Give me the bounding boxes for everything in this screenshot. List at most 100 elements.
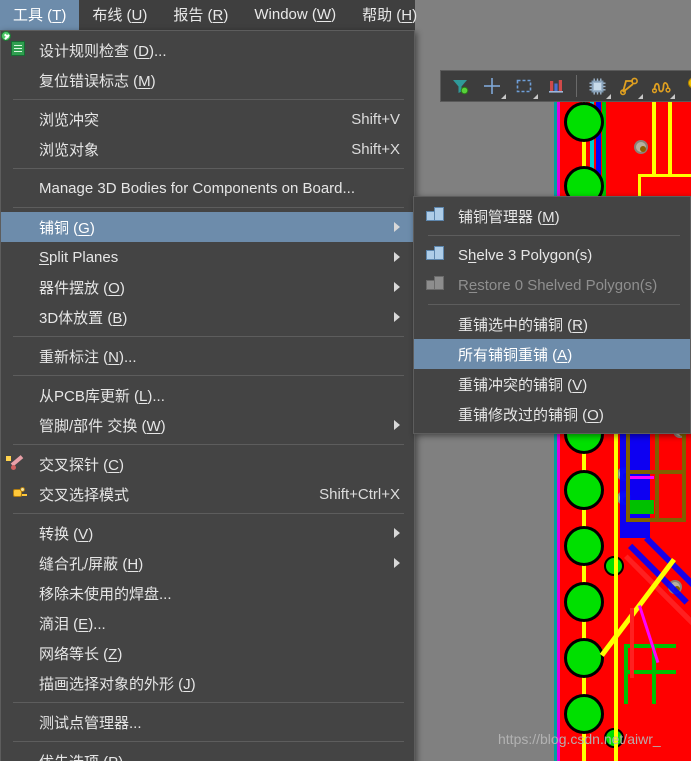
tools-menu-item-27[interactable]: 描画选择对象的外形 (J) [1,668,414,698]
menu-separator [13,741,404,742]
menu-separator [13,513,404,514]
menu-separator [13,207,404,208]
track [624,644,628,704]
submenu-arrow-icon [394,558,400,568]
tools-menu-item-31[interactable]: 优先选项 (P)... [1,746,414,761]
polygon-submenu-item-6[interactable]: 重铺选中的铺铜 (R) [414,309,690,339]
chevron-down-icon [670,94,675,99]
menubar-item-2[interactable]: 布线 (U) [79,0,160,30]
pcb-toolbar[interactable] [440,70,691,102]
polygon-submenu-item-7[interactable]: 所有铺铜重铺 (A) [414,339,690,369]
net-wave-icon[interactable] [646,72,676,100]
menu-item-label: 滴泪 (E)... [39,615,106,633]
polygon-icon [426,207,444,225]
watermark-text: https://blog.csdn.net/aiwr_ [498,731,661,747]
tools-menu-item-1[interactable]: 设计规则检查 (D)... [1,31,414,65]
menubar-item-label: 布线 (U) [92,7,148,24]
menu-item-label: 重铺冲突的铺铜 (V) [458,376,588,394]
tools-menu-item-9[interactable]: 铺铜 (G) [1,212,414,242]
menubar-item-3[interactable]: 报告 (R) [160,0,241,30]
tools-menu-item-5[interactable]: 浏览对象 Shift+X [1,134,414,164]
polygon-icon [426,276,444,294]
menu-separator [428,304,680,305]
menubar-item-4[interactable]: Window (W) [241,0,349,30]
tools-menu-item-24[interactable]: 移除未使用的焊盘... [1,578,414,608]
tools-menu-item-16[interactable]: 从PCB库更新 (L)... [1,380,414,410]
tools-menu-item-11[interactable]: 器件摆放 (O) [1,272,414,302]
pad-key-icon[interactable] [678,72,691,100]
menu-item-label: 网络等长 (Z) [39,645,123,663]
menu-item-label: 管脚/部件 交换 (W) [39,417,166,435]
layer-stack-icon[interactable] [541,72,571,100]
menubar-item-5[interactable]: 帮助 (H) [349,0,430,30]
menu-separator [13,444,404,445]
menu-item-label: 重新标注 (N)... [39,348,137,366]
via [634,140,648,154]
track [638,605,660,664]
polygon-pour-submenu[interactable]: 铺铜管理器 (M) Shelve 3 Polygon(s) Restore 0 Sh… [413,196,691,434]
track [630,476,654,479]
chevron-down-icon [606,94,611,99]
track [668,94,672,184]
menu-item-shortcut: Shift+X [351,140,400,158]
menu-item-label: 铺铜 (G) [39,219,95,237]
menu-bar[interactable]: 工具 (T) 布线 (U) 报告 (R) Window (W) 帮助 (H) [0,0,417,30]
polygon-submenu-item-9[interactable]: 重铺修改过的铺铜 (O) [414,399,690,429]
menu-item-label: Restore 0 Shelved Polygon(s) [458,276,658,294]
tools-menu-item-10[interactable]: Split Planes [1,242,414,272]
pad [564,582,604,622]
tools-menu-item-23[interactable]: 缝合孔/屏蔽 (H) [1,548,414,578]
menubar-item-label: Window (W) [254,6,337,23]
menu-item-label: 缝合孔/屏蔽 (H) [39,555,144,573]
tools-menu-item-7[interactable]: Manage 3D Bodies for Components on Board… [1,173,414,203]
track [655,424,659,522]
tools-menu-item-4[interactable]: 浏览冲突 Shift+V [1,104,414,134]
menu-item-label: 浏览对象 [39,141,100,159]
menubar-item-label: 报告 (R) [173,7,229,24]
tools-menu-item-29[interactable]: 测试点管理器... [1,707,414,737]
menu-item-label: 铺铜管理器 (M) [458,208,560,226]
copper-region [630,500,654,514]
tools-menu-item-22[interactable]: 转换 (V) [1,518,414,548]
polygon-submenu-item-8[interactable]: 重铺冲突的铺铜 (V) [414,369,690,399]
filter-icon[interactable] [445,72,475,100]
track [652,94,656,184]
tools-menu-item-19[interactable]: 交叉探针 (C) [1,449,414,479]
track [614,414,618,761]
tools-menu-item-14[interactable]: 重新标注 (N)... [1,341,414,371]
component-chip-icon[interactable] [582,72,612,100]
submenu-arrow-icon [394,222,400,232]
pad [564,102,604,142]
polygon-icon [426,246,444,264]
menu-item-label: 从PCB库更新 (L)... [39,387,165,405]
tools-menu-item-25[interactable]: 滴泪 (E)... [1,608,414,638]
tools-dropdown-menu[interactable]: 设计规则检查 (D)... 复位错误标志 (M) 浏览冲突 Shift+V 浏览对象 Sh… [0,30,415,761]
crosshair-icon[interactable] [477,72,507,100]
tools-menu-item-12[interactable]: 3D体放置 (B) [1,302,414,332]
tools-menu-item-26[interactable]: 网络等长 (Z) [1,638,414,668]
cross-select-icon [11,485,29,503]
submenu-arrow-icon [394,420,400,430]
toolbar-separator [576,75,577,97]
menu-item-label: 测试点管理器... [39,714,142,732]
menu-item-label: Split Planes [39,248,119,266]
menu-separator [13,168,404,169]
application-window: https://blog.csdn.net/aiwr_ 工具 (T) 布线 (U)… [0,0,691,761]
menubar-item-1[interactable]: 工具 (T) [0,0,80,30]
polygon-submenu-item-1[interactable]: 铺铜管理器 (M) [414,201,690,231]
menu-item-label: 移除未使用的焊盘... [39,585,172,603]
menu-item-label: Shelve 3 Polygon(s) [458,246,593,264]
submenu-arrow-icon [394,282,400,292]
submenu-arrow-icon [394,312,400,322]
polygon-submenu-item-3[interactable]: Shelve 3 Polygon(s) [414,240,690,270]
tools-menu-item-2[interactable]: 复位错误标志 (M) [1,65,414,95]
tools-menu-item-20[interactable]: 交叉选择模式 Shift+Ctrl+X [1,479,414,509]
route-via-icon[interactable] [614,72,644,100]
track [630,608,634,678]
menu-item-label: 3D体放置 (B) [39,309,128,327]
menubar-item-label: 帮助 (H) [362,7,418,24]
tools-menu-item-17[interactable]: 管脚/部件 交换 (W) [1,410,414,440]
pad [564,638,604,678]
selection-box-icon[interactable] [509,72,539,100]
drc-check-icon [1,31,29,59]
